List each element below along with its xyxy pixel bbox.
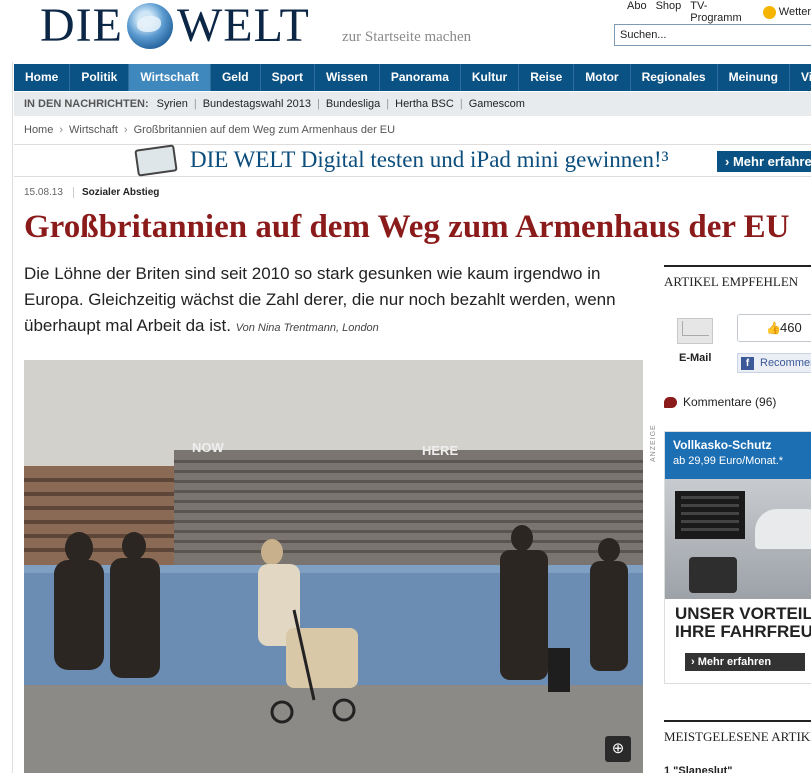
toplink-shop[interactable]: Shop (656, 0, 682, 24)
ad-headline-line1: UNSER VORTEIL (675, 604, 811, 623)
news-separator: | (386, 98, 390, 110)
promo-text: DIE WELT Digital testen und iPad mini ge… (190, 147, 669, 172)
search-input[interactable]: Suchen... (614, 24, 811, 46)
news-item-hertha[interactable]: Hertha BSC (395, 98, 454, 110)
promo-more-button[interactable]: › Mehr erfahren (717, 151, 811, 172)
ad-gear-console (689, 557, 737, 593)
news-item-bundesliga[interactable]: Bundesliga (326, 98, 380, 110)
breadcrumb-wirtschaft[interactable]: Wirtschaft (69, 124, 118, 136)
globe-icon (126, 3, 173, 49)
nav-item-motor[interactable]: Motor (574, 64, 631, 91)
ad-header: Vollkasko-Schutz ab 29,99 Euro/Monat.* (665, 432, 811, 479)
breadcrumb-home[interactable]: Home (24, 124, 53, 136)
page-left-border (12, 0, 13, 773)
nav-item-more[interactable]: Vi (790, 64, 811, 91)
most-read-item[interactable]: 1 "Slaneslut" (664, 765, 733, 773)
news-separator: | (193, 98, 197, 110)
advertisement[interactable]: Vollkasko-Schutz ab 29,99 Euro/Monat.* U… (664, 431, 811, 684)
like-count: 460 (780, 320, 802, 335)
ad-headline: UNSER VORTEIL IHRE FAHRFREU (675, 605, 811, 641)
chevron-right-icon: › (59, 124, 64, 136)
article-date: 15.08.13 (24, 187, 63, 198)
nav-item-kultur[interactable]: Kultur (461, 64, 520, 91)
ad-price: ab 29,99 Euro/Monat.* (673, 455, 784, 467)
ad-car-screen (675, 491, 745, 539)
facebook-recommend-button[interactable]: f Recommend (737, 353, 811, 373)
nav-item-geld[interactable]: Geld (211, 64, 261, 91)
news-separator: | (316, 98, 320, 110)
news-item-syrien[interactable]: Syrien (157, 98, 188, 110)
article-lead: Die Löhne der Briten sind seit 2010 so s… (24, 261, 644, 341)
nav-item-home[interactable]: Home (14, 64, 71, 91)
news-item-wahl[interactable]: Bundestagswahl 2013 (203, 98, 311, 110)
make-homepage-link[interactable]: zur Startseite machen (342, 29, 471, 46)
breadcrumb: Home › Wirtschaft › Großbritannien auf d… (24, 124, 395, 136)
main-nav: Home Politik Wirtschaft Geld Sport Wisse… (14, 64, 811, 91)
tablet-icon (134, 144, 178, 177)
news-bar: IN DEN NACHRICHTEN: Syrien | Bundestagsw… (14, 92, 811, 116)
nav-item-reise[interactable]: Reise (519, 64, 575, 91)
nav-item-sport[interactable]: Sport (261, 64, 315, 91)
like-count-box: 👍 460 (737, 314, 811, 342)
article-headline: Großbritannien auf dem Weg zum Armenhaus… (24, 209, 790, 245)
toplink-abo[interactable]: Abo (627, 0, 647, 24)
comments-label: Kommentare (96) (683, 395, 777, 409)
article-meta: 15.08.13 Sozialer Abstieg (24, 187, 159, 198)
mail-icon[interactable] (677, 318, 713, 344)
toplink-weather[interactable]: Wetter (762, 0, 811, 24)
nav-item-wirtschaft[interactable]: Wirtschaft (129, 64, 211, 91)
site-header: DIE WELT zur Startseite machen Abo Shop … (0, 0, 811, 62)
thumbs-up-icon: 👍 (766, 321, 781, 335)
nav-item-meinung[interactable]: Meinung (718, 64, 790, 91)
article-author: Von Nina Trentmann, London (235, 322, 379, 334)
breadcrumb-current: Großbritannien auf dem Weg zum Armenhaus… (133, 124, 396, 136)
article-kicker: Sozialer Abstieg (72, 187, 159, 198)
comment-icon (664, 396, 677, 408)
nav-item-wissen[interactable]: Wissen (315, 64, 380, 91)
logo-text-right: WELT (176, 0, 310, 52)
nav-item-panorama[interactable]: Panorama (380, 64, 461, 91)
ad-headline-line2: IHRE FAHRFREU (675, 622, 811, 641)
recommend-title: ARTIKEL EMPFEHLEN (664, 265, 811, 290)
promo-banner[interactable]: DIE WELT Digital testen und iPad mini ge… (14, 144, 811, 177)
toplink-tv[interactable]: TV-Programm (690, 0, 754, 24)
toplink-weather-label: Wetter (778, 6, 811, 18)
comments-link[interactable]: Kommentare (96) (664, 395, 776, 409)
ad-title: Vollkasko-Schutz (673, 438, 772, 452)
ad-car (755, 509, 811, 549)
top-links: Abo Shop TV-Programm Wetter (627, 0, 811, 24)
email-share-label[interactable]: E-Mail (679, 352, 711, 364)
nav-item-regionales[interactable]: Regionales (631, 64, 718, 91)
photo-sign-now: NOW (192, 440, 225, 455)
article-photo[interactable]: NOW HERE (24, 360, 643, 773)
nav-item-politik[interactable]: Politik (70, 64, 130, 91)
photo-illustration: NOW HERE (24, 360, 643, 773)
zoom-icon[interactable]: ⊕ (605, 736, 631, 762)
weather-icon (762, 5, 776, 19)
logo-text-left: DIE (40, 0, 123, 52)
ad-label: ANZEIGE (650, 424, 657, 462)
news-separator: | (459, 98, 463, 110)
photo-sign-here: HERE (422, 443, 458, 458)
news-item-gamescom[interactable]: Gamescom (469, 98, 525, 110)
facebook-icon: f (741, 357, 754, 370)
most-read-title: MEISTGELESENE ARTIKEL (664, 720, 811, 745)
facebook-recommend-label: Recommend (760, 357, 811, 369)
ad-more-button[interactable]: › Mehr erfahren (685, 653, 805, 671)
site-logo[interactable]: DIE WELT (40, 2, 310, 50)
chevron-right-icon: › (123, 124, 128, 136)
news-label: IN DEN NACHRICHTEN: (24, 98, 149, 110)
ad-image (665, 479, 811, 599)
